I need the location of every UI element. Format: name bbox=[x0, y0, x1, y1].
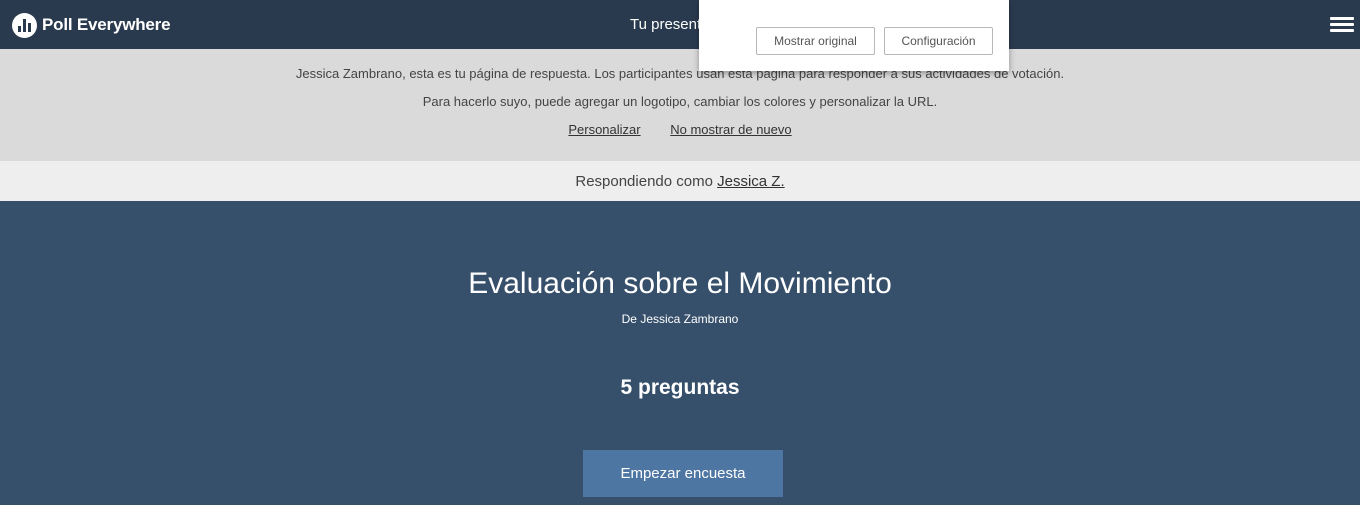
survey-author: De Jessica Zambrano bbox=[621, 312, 739, 326]
user-name-link[interactable]: Jessica Z. bbox=[717, 173, 785, 190]
responding-as-label: Respondiendo como bbox=[575, 173, 718, 190]
bar-chart-logo-icon bbox=[12, 12, 37, 38]
show-original-button[interactable]: Mostrar original bbox=[756, 27, 875, 55]
start-survey-button[interactable]: Empezar encuesta bbox=[583, 450, 783, 497]
customize-link[interactable]: Personalizar bbox=[568, 122, 640, 137]
dont-show-again-link[interactable]: No mostrar de nuevo bbox=[670, 122, 791, 137]
notice-text-line2: Para hacerlo suyo, puede agregar un logo… bbox=[422, 94, 938, 109]
settings-button[interactable]: Configuración bbox=[884, 27, 993, 55]
top-bar: Poll Everywhere Tu present bbox=[0, 0, 1360, 49]
responding-as-bar: Respondiendo como Jessica Z. bbox=[0, 161, 1360, 201]
survey-panel: Evaluación sobre el Movimiento De Jessic… bbox=[0, 201, 1360, 505]
notice-links: Personalizar No mostrar de nuevo bbox=[0, 122, 1360, 137]
presenter-title: Tu present bbox=[630, 16, 702, 33]
poll-everywhere-logo[interactable]: Poll Everywhere bbox=[12, 12, 171, 38]
customization-notice: Jessica Zambrano, esta es tu página de r… bbox=[0, 49, 1360, 161]
survey-title: Evaluación sobre el Movimiento bbox=[468, 267, 892, 300]
hamburger-menu-icon[interactable] bbox=[1330, 17, 1354, 33]
logo-text: Poll Everywhere bbox=[42, 15, 171, 34]
translate-popup: Mostrar original Configuración bbox=[699, 0, 1009, 71]
question-count: 5 preguntas bbox=[620, 376, 740, 399]
notice-text-line1: Jessica Zambrano, esta es tu página de r… bbox=[295, 66, 1065, 81]
